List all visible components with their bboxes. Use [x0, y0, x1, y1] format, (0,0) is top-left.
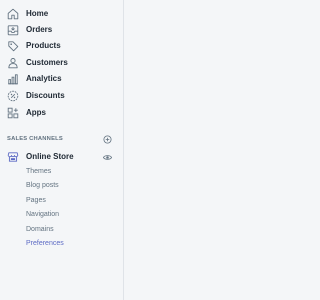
- analytics-icon: [7, 73, 19, 85]
- orders-icon: [7, 24, 19, 36]
- sidebar-item-apps[interactable]: Apps: [0, 104, 123, 121]
- sidebar-item-label: Orders: [26, 25, 53, 34]
- section-title-sales-channels: SALES CHANNELS: [7, 136, 63, 142]
- sidebar-item-discounts[interactable]: Discounts: [0, 87, 123, 104]
- sub-item-blog-posts[interactable]: Blog posts: [26, 182, 59, 189]
- sidebar-item-label: Apps: [26, 108, 46, 117]
- sidebar-item-online-store[interactable]: Online Store: [0, 150, 123, 164]
- main-content: [124, 0, 255, 300]
- sub-item-themes[interactable]: Themes: [26, 168, 51, 175]
- sidebar-item-analytics[interactable]: Analytics: [0, 70, 123, 87]
- eye-icon[interactable]: [103, 153, 112, 162]
- sidebar-item-customers[interactable]: Customers: [0, 54, 123, 71]
- sidebar: Home Orders Products Customers Analytics…: [0, 0, 124, 300]
- sub-item-navigation[interactable]: Navigation: [26, 211, 59, 218]
- sidebar-item-label: Home: [26, 9, 49, 18]
- sidebar-item-label: Analytics: [26, 74, 62, 83]
- sidebar-item-orders[interactable]: Orders: [0, 21, 123, 38]
- apps-icon: [7, 107, 19, 119]
- customers-icon: [7, 57, 19, 69]
- sub-item-pages[interactable]: Pages: [26, 197, 46, 204]
- online-store-icon: [7, 151, 19, 163]
- plus-circle-icon[interactable]: [103, 135, 112, 144]
- online-store-label: Online Store: [26, 152, 74, 161]
- sidebar-item-label: Products: [26, 41, 61, 50]
- sidebar-item-label: Customers: [26, 58, 68, 67]
- sub-item-domains[interactable]: Domains: [26, 226, 54, 233]
- products-icon: [7, 40, 19, 52]
- sidebar-item-home[interactable]: Home: [0, 5, 123, 22]
- sidebar-item-label: Discounts: [26, 91, 65, 100]
- home-icon: [7, 8, 19, 20]
- sidebar-item-products[interactable]: Products: [0, 37, 123, 54]
- sub-item-preferences[interactable]: Preferences: [26, 240, 64, 247]
- discounts-icon: [7, 90, 19, 102]
